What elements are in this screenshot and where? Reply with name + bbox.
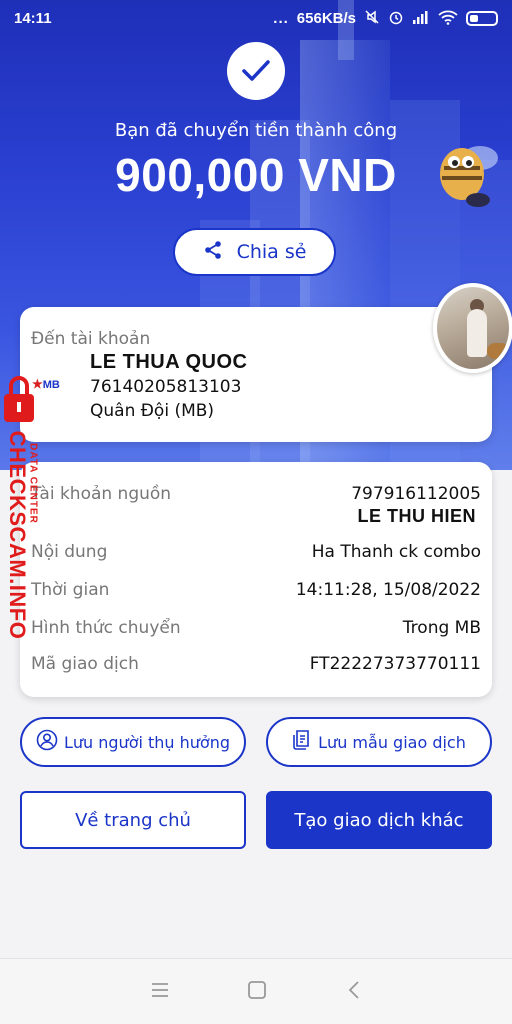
document-icon — [292, 729, 312, 755]
transaction-details-card: Tài khoản nguồn 797916112005 LE THU HIEN… — [20, 462, 492, 697]
content-row: Nội dung Ha Thanh ck combo — [31, 542, 481, 566]
status-time: 14:11 — [14, 10, 52, 27]
user-icon — [36, 729, 58, 755]
recipient-name: LE THUA QUOC — [90, 351, 248, 373]
source-account-label: Tài khoản nguồn — [31, 484, 172, 504]
back-icon[interactable] — [344, 979, 364, 1005]
content-label: Nội dung — [31, 542, 108, 562]
method-value: Trong MB — [402, 618, 481, 638]
signal-icon — [412, 10, 430, 27]
save-template-button[interactable]: Lưu mẫu giao dịch — [266, 717, 492, 767]
source-name: LE THU HIEN — [357, 506, 476, 526]
share-label: Chia sẻ — [236, 241, 307, 263]
mute-icon — [364, 9, 380, 28]
time-value: 14:11:28, 15/08/2022 — [295, 580, 481, 600]
method-label: Hình thức chuyển — [31, 618, 181, 638]
time-row: Thời gian 14:11:28, 15/08/2022 — [31, 580, 481, 604]
success-check-icon — [227, 42, 285, 100]
transaction-id-label: Mã giao dịch — [31, 654, 139, 674]
recipient-label: Đến tài khoản — [31, 329, 151, 349]
save-beneficiary-button[interactable]: Lưu người thụ hưởng — [20, 717, 246, 767]
save-template-label: Lưu mẫu giao dịch — [318, 732, 466, 752]
network-speed: 656KB/s — [296, 10, 356, 27]
recipient-bank: Quân Đội (MB) — [90, 401, 215, 421]
recipient-account: 76140205813103 — [90, 377, 242, 397]
source-account-row: Tài khoản nguồn 797916112005 — [31, 484, 481, 508]
transaction-id-value: FT22227373770111 — [309, 654, 481, 674]
avatar — [433, 283, 512, 373]
status-dots: ... — [273, 10, 289, 27]
system-nav-bar — [0, 958, 512, 1024]
home-nav-icon[interactable] — [246, 979, 268, 1005]
bank-logo: ★MB — [32, 377, 60, 391]
bee-mascot-icon — [428, 130, 502, 210]
menu-icon[interactable] — [150, 979, 170, 1005]
time-label: Thời gian — [31, 580, 110, 600]
source-account-value: 797916112005 — [351, 484, 481, 504]
share-button[interactable]: Chia sẻ — [173, 228, 336, 276]
status-bar: 14:11 ... 656KB/s — [0, 0, 512, 36]
save-beneficiary-label: Lưu người thụ hưởng — [63, 732, 231, 752]
recipient-card: Đến tài khoản ★MB LE THUA QUOC 761402058… — [20, 307, 492, 442]
alarm-icon — [388, 9, 404, 28]
transaction-id-row: Mã giao dịch FT22227373770111 — [31, 654, 481, 678]
share-icon — [203, 240, 223, 265]
content-value: Ha Thanh ck combo — [311, 542, 481, 562]
method-row: Hình thức chuyển Trong MB — [31, 618, 481, 642]
home-button[interactable]: Về trang chủ — [20, 791, 246, 849]
new-transaction-button[interactable]: Tạo giao dịch khác — [266, 791, 492, 849]
watermark-brand: CHECKSCAM.INFO — [5, 430, 30, 640]
wifi-icon — [438, 10, 458, 28]
battery-icon — [466, 11, 498, 26]
